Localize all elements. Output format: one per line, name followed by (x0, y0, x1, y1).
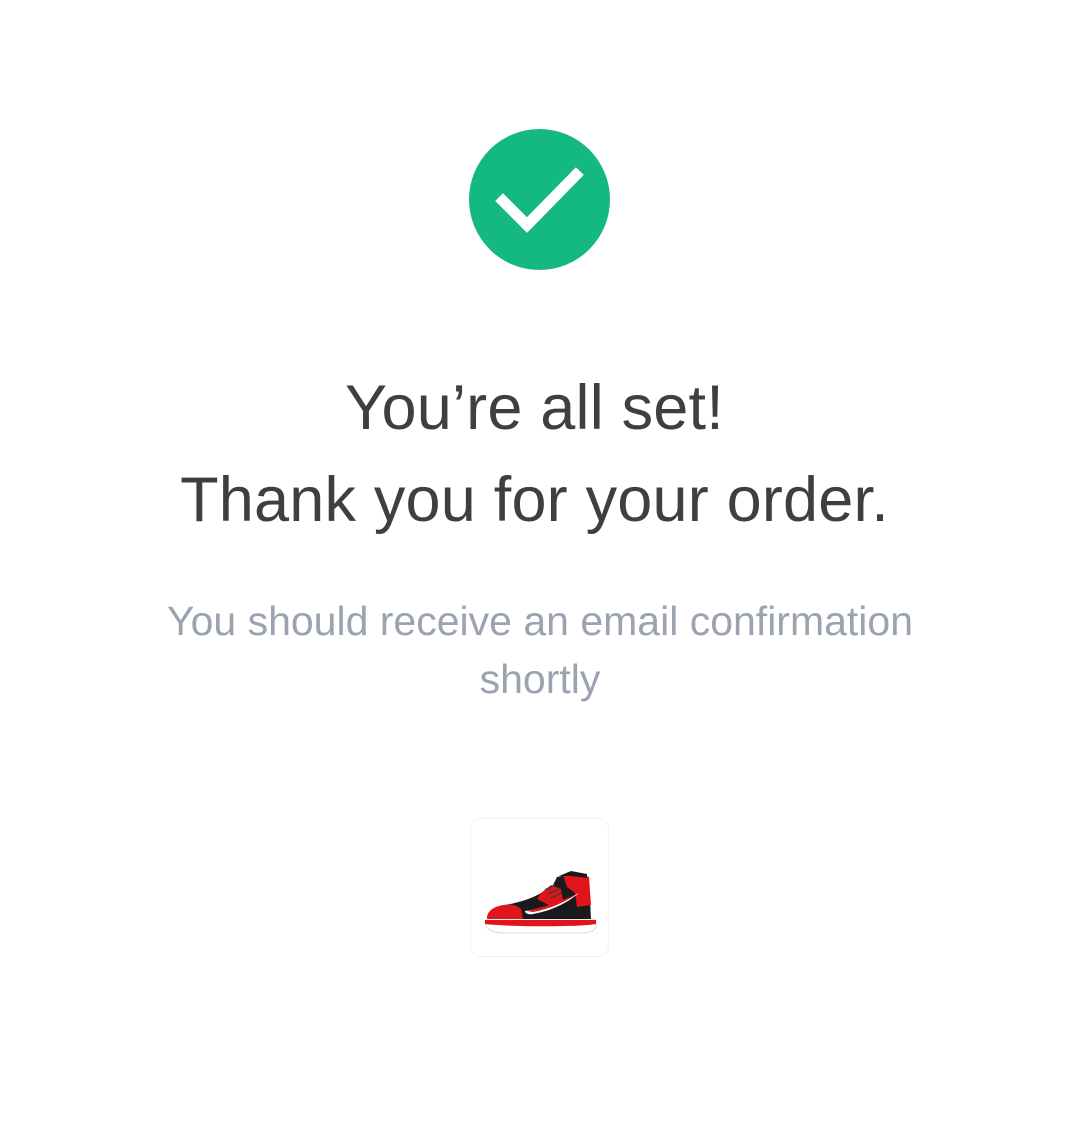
confirmation-title-line-2: Thank you for your order. (180, 465, 889, 535)
confirmation-title-line-1: You’re all set! (345, 373, 724, 443)
checkmark-circle-icon (469, 129, 610, 270)
success-circle (469, 129, 610, 270)
order-confirmation-page: You’re all set! Thank you for your order… (0, 0, 1069, 1130)
email-confirmation-message: You should receive an email confirmation… (166, 598, 914, 702)
sneaker-product-image (484, 871, 597, 934)
product-thumbnail (471, 819, 608, 956)
